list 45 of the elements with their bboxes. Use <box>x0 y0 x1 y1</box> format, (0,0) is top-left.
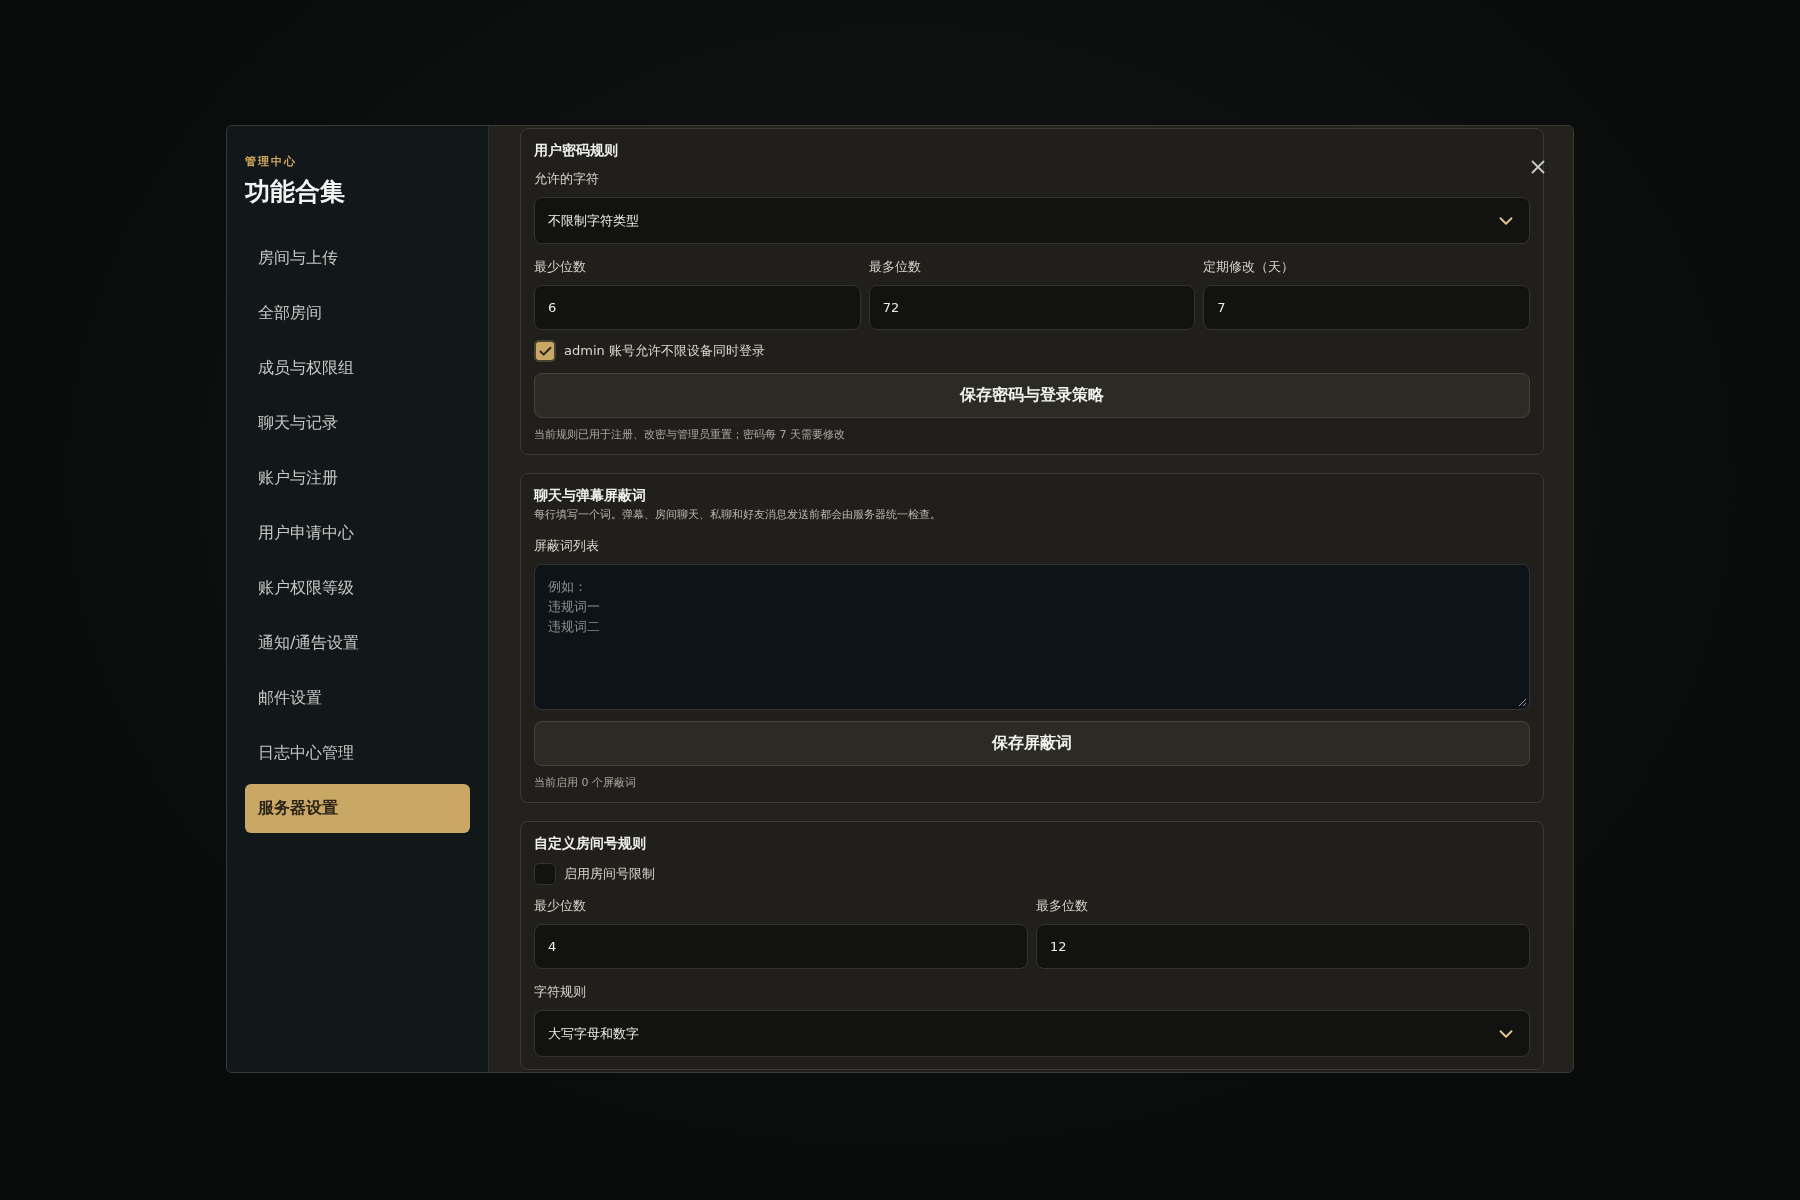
hint-text: 当前启用 0 个屏蔽词 <box>534 775 637 790</box>
sidebar-item[interactable]: 成员与权限组 <box>245 344 470 393</box>
sidebar-item[interactable]: 账户权限等级 <box>245 564 470 613</box>
sidebar-item[interactable]: 服务器设置 <box>245 784 470 833</box>
card-description: 每行填写一个词。弹幕、房间聊天、私聊和好友消息发送前都会由服务器统一检查。 <box>534 507 942 522</box>
charset-select[interactable]: 不限制字符类型 <box>534 197 1530 244</box>
save-button[interactable]: 保存密码与登录策略 <box>534 373 1530 418</box>
checkbox[interactable] <box>534 340 556 362</box>
checkbox-label: admin 账号允许不限设备同时登录 <box>564 342 765 360</box>
card-title: 用户密码规则 <box>534 142 619 160</box>
card-title: 聊天与弹幕屏蔽词 <box>534 487 647 505</box>
input-field[interactable]: 7 <box>1203 285 1530 330</box>
field-label: 最少位数 <box>534 897 587 915</box>
field-label: 最少位数 <box>534 258 587 276</box>
save-button[interactable]: 保存屏蔽词 <box>534 721 1530 766</box>
input-field[interactable]: 12 <box>1036 924 1530 969</box>
field-label: 允许的字符 <box>534 170 600 188</box>
sidebar-item[interactable]: 全部房间 <box>245 289 470 338</box>
field-label: 屏蔽词列表 <box>534 537 600 555</box>
field-label: 字符规则 <box>534 983 587 1001</box>
resize-grip-icon[interactable] <box>1518 698 1527 707</box>
hint-text: 当前规则已用于注册、改密与管理员重置；密码每 7 天需要修改 <box>534 427 846 442</box>
checkbox-label: 启用房间号限制 <box>564 865 655 883</box>
field-label: 定期修改（天） <box>1203 258 1296 276</box>
placeholder-text: 例如： <box>548 578 588 596</box>
sidebar-item[interactable]: 账户与注册 <box>245 454 470 503</box>
input-field[interactable]: 6 <box>534 285 861 330</box>
input-field[interactable]: 4 <box>534 924 1028 969</box>
sidebar-item[interactable]: 邮件设置 <box>245 674 470 723</box>
sidebar-eyebrow: 管理中心 <box>245 154 298 169</box>
placeholder-text: 违规词一 <box>548 598 601 616</box>
checkbox[interactable] <box>534 863 556 885</box>
sidebar-item[interactable]: 日志中心管理 <box>245 729 470 778</box>
field-label: 最多位数 <box>868 258 922 276</box>
sidebar-item[interactable]: 聊天与记录 <box>245 399 470 448</box>
sidebar-item[interactable]: 通知/通告设置 <box>245 619 470 668</box>
placeholder-text: 违规词二 <box>548 618 601 636</box>
card-title: 自定义房间号规则 <box>534 835 647 853</box>
sidebar-item[interactable]: 用户申请中心 <box>245 509 470 558</box>
sidebar-item[interactable]: 房间与上传 <box>245 234 470 283</box>
charset-select[interactable]: 大写字母和数字 <box>534 1010 1530 1057</box>
field-label: 最多位数 <box>1036 897 1089 915</box>
input-field[interactable]: 72 <box>868 285 1196 330</box>
sidebar-title: 功能合集 <box>245 176 346 208</box>
word-list-field[interactable]: 例如： 违规词一 违规词二 <box>534 564 1530 710</box>
